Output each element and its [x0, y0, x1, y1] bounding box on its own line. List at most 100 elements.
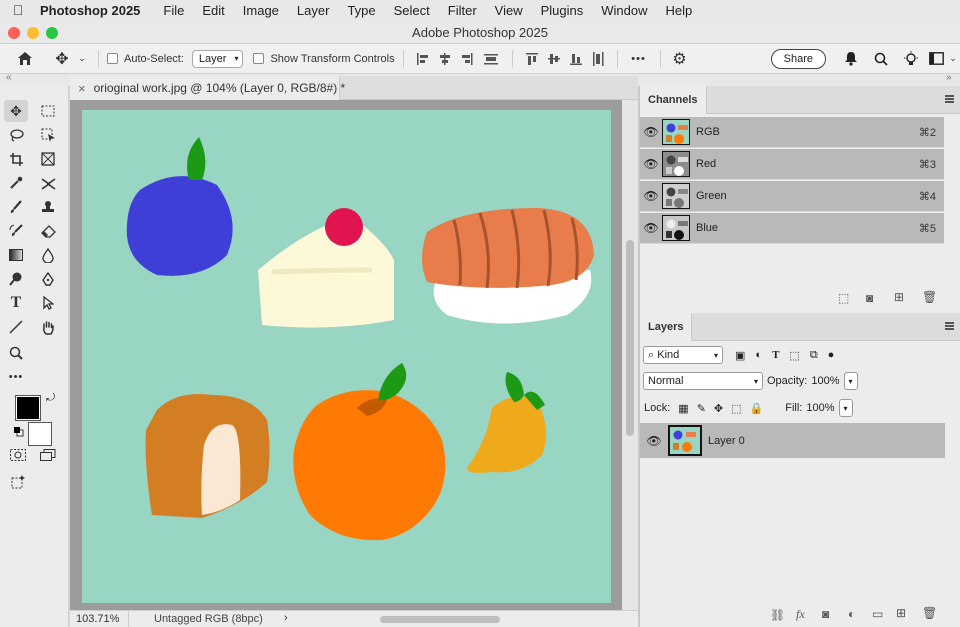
- folder-icon[interactable]: ▭: [872, 607, 883, 621]
- apple-icon[interactable]: : [0, 2, 36, 18]
- menu-file[interactable]: File: [154, 3, 193, 18]
- eye-icon[interactable]: 👁: [640, 125, 662, 139]
- filter-pixel-icon[interactable]: ▣: [735, 349, 745, 362]
- lock-position-icon[interactable]: ✥: [714, 402, 723, 415]
- artboard[interactable]: [82, 110, 611, 603]
- line-icon[interactable]: [4, 316, 28, 338]
- lock-transparency-icon[interactable]: ▦: [678, 402, 688, 415]
- panel-menu-icon[interactable]: [945, 322, 954, 330]
- swap-colors-icon[interactable]: ⤾: [46, 392, 55, 405]
- trash-icon[interactable]: 🗑: [922, 290, 937, 304]
- collapse-toolbar-icon[interactable]: «: [6, 72, 12, 83]
- eye-icon[interactable]: 👁: [640, 434, 668, 448]
- type-icon[interactable]: T: [4, 292, 28, 314]
- workspace-button[interactable]: [926, 46, 946, 72]
- expand-panels-icon[interactable]: »: [946, 72, 952, 83]
- menu-window[interactable]: Window: [592, 3, 656, 18]
- add-mask-icon[interactable]: ◙: [822, 607, 829, 621]
- chevron-down-icon[interactable]: ⌄: [74, 46, 90, 72]
- tab-layers[interactable]: Layers: [640, 313, 693, 341]
- zoom-level[interactable]: 103.71%: [76, 613, 119, 625]
- filter-smartobject-icon[interactable]: ⧉: [810, 349, 818, 362]
- foreground-color-swatch[interactable]: [15, 395, 41, 421]
- share-button[interactable]: Share: [770, 48, 826, 69]
- blur-icon[interactable]: [36, 244, 60, 266]
- blend-mode-dropdown[interactable]: Normal ▾: [643, 372, 763, 390]
- home-button[interactable]: [0, 46, 50, 72]
- screen-mode-icon[interactable]: [36, 444, 60, 466]
- stamp-icon[interactable]: [36, 196, 60, 218]
- align-top-button[interactable]: [521, 46, 543, 72]
- opacity-dropdown[interactable]: ▾: [843, 372, 858, 390]
- zoom-icon[interactable]: [4, 342, 28, 364]
- menu-layer[interactable]: Layer: [288, 3, 339, 18]
- menu-image[interactable]: Image: [234, 3, 288, 18]
- filter-adjustment-icon[interactable]: ◐: [755, 349, 762, 361]
- close-tab-icon[interactable]: ×: [78, 81, 86, 96]
- menu-filter[interactable]: Filter: [439, 3, 486, 18]
- eye-icon[interactable]: 👁: [640, 221, 662, 235]
- align-bottom-button[interactable]: [565, 46, 587, 72]
- menu-edit[interactable]: Edit: [193, 3, 233, 18]
- eye-icon[interactable]: 👁: [640, 189, 662, 203]
- filter-shape-icon[interactable]: ⬚: [789, 349, 799, 362]
- opacity-value[interactable]: 100%: [811, 375, 839, 387]
- auto-select-dropdown[interactable]: Layer ▾: [191, 49, 244, 68]
- adjustment-layer-icon[interactable]: ◐: [848, 607, 855, 621]
- eraser-icon[interactable]: [36, 220, 60, 242]
- new-layer-icon[interactable]: ⊞: [896, 606, 906, 620]
- layer-row[interactable]: 👁 Layer 0: [640, 423, 945, 458]
- panel-menu-icon[interactable]: [945, 95, 954, 103]
- tab-channels[interactable]: Channels: [640, 86, 707, 114]
- menu-app-name[interactable]: Photoshop 2025: [36, 3, 154, 18]
- edit-toolbar-icon[interactable]: •••: [4, 366, 28, 388]
- channel-row-green[interactable]: 👁 Green ⌘4: [640, 181, 944, 212]
- generative-icon[interactable]: [6, 470, 30, 492]
- fill-value[interactable]: 100%: [806, 402, 834, 414]
- show-transform-checkbox[interactable]: [253, 53, 265, 64]
- settings-button[interactable]: ⚙: [669, 46, 691, 72]
- gradient-icon[interactable]: [4, 244, 28, 266]
- distribute-button[interactable]: [478, 46, 504, 72]
- channel-row-blue[interactable]: 👁 Blue ⌘5: [640, 213, 944, 244]
- pen-icon[interactable]: [36, 268, 60, 290]
- save-selection-icon[interactable]: ◙: [866, 291, 873, 305]
- brush-icon[interactable]: [4, 196, 28, 218]
- background-color-swatch[interactable]: [28, 422, 52, 446]
- channel-row-red[interactable]: 👁 Red ⌘3: [640, 149, 944, 180]
- trash-icon[interactable]: 🗑: [922, 606, 937, 620]
- discover-button[interactable]: [896, 46, 926, 72]
- layer-kind-filter[interactable]: ⌕ Kind ▾: [643, 346, 723, 364]
- align-middle-button[interactable]: [543, 46, 565, 72]
- auto-select-checkbox[interactable]: [107, 53, 118, 64]
- path-select-icon[interactable]: [36, 292, 60, 314]
- eye-icon[interactable]: 👁: [640, 157, 662, 171]
- quick-mask-icon[interactable]: [6, 444, 30, 466]
- new-channel-icon[interactable]: ⊞: [894, 290, 904, 304]
- load-selection-icon[interactable]: ⬚: [838, 291, 849, 305]
- fx-icon[interactable]: fx: [796, 607, 805, 622]
- canvas-area[interactable]: [70, 100, 622, 610]
- fill-dropdown[interactable]: ▾: [838, 399, 853, 417]
- align-left-button[interactable]: [412, 46, 434, 72]
- horizontal-scroll-thumb[interactable]: [380, 616, 500, 623]
- lock-all-icon[interactable]: 🔒: [750, 402, 764, 415]
- align-center-button[interactable]: [434, 46, 456, 72]
- document-tab[interactable]: × orioginal work.jpg @ 104% (Layer 0, RG…: [70, 76, 345, 100]
- layer-name[interactable]: Layer 0: [708, 435, 745, 447]
- menu-select[interactable]: Select: [385, 3, 439, 18]
- menu-plugins[interactable]: Plugins: [532, 3, 593, 18]
- vertical-scroll-thumb[interactable]: [626, 240, 634, 436]
- frame-tool-icon[interactable]: [36, 148, 60, 170]
- align-right-button[interactable]: [456, 46, 478, 72]
- channel-row-rgb[interactable]: 👁 RGB ⌘2: [640, 117, 944, 148]
- filter-type-icon[interactable]: T: [772, 349, 779, 361]
- link-layers-icon[interactable]: ⛓: [770, 608, 785, 622]
- lock-artboard-icon[interactable]: ⬚: [731, 402, 741, 415]
- hand-icon[interactable]: [36, 316, 60, 338]
- menu-help[interactable]: Help: [657, 3, 702, 18]
- move-tool-preset-button[interactable]: ✥: [50, 46, 74, 72]
- move-tool-icon[interactable]: ✥: [4, 100, 28, 122]
- object-select-icon[interactable]: [36, 124, 60, 146]
- crop-tool-icon[interactable]: [4, 148, 28, 170]
